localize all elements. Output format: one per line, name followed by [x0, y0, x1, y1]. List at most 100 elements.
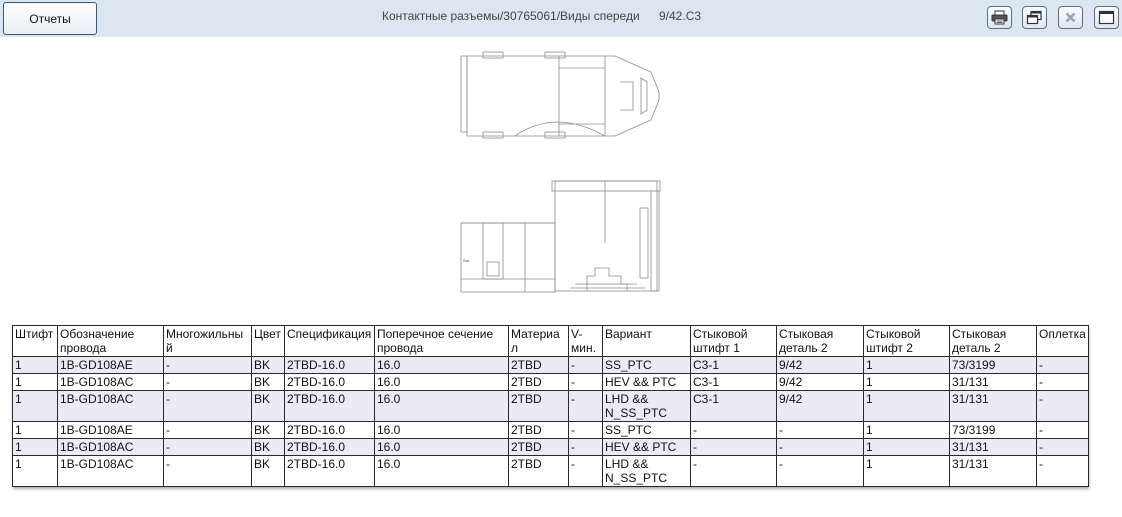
table-cell: 1B-GD108AE	[57, 421, 164, 439]
column-header: Стыковой штифт 2	[863, 325, 950, 357]
table-cell: 2TBD-16.0	[284, 390, 375, 422]
table-cell: 2TBD-16.0	[284, 455, 375, 487]
connector-front-view-drawing: Sur	[455, 48, 670, 298]
table-cell: 1	[863, 438, 950, 456]
table-cell: 9/42	[776, 356, 864, 374]
table-row[interactable]: 1 1B-GD108AC - BK 2TBD-16.0 16.0 2TBD - HEV && P…	[12, 438, 1089, 456]
table-cell: -	[1036, 373, 1089, 391]
column-header: Штифт	[12, 325, 58, 357]
table-row[interactable]: 1 1B-GD108AC - BK 2TBD-16.0 16.0 2TBD - LHD && N…	[12, 455, 1089, 487]
table-cell: -	[163, 438, 252, 456]
table-cell: -	[568, 390, 603, 422]
table-cell: SS_PTC	[602, 421, 691, 439]
table-cell: 1	[863, 390, 950, 422]
breadcrumb-path: Контактные разъемы/30765061/Виды спереди	[382, 9, 640, 23]
table-cell: -	[163, 390, 252, 422]
table-cell: -	[776, 438, 864, 456]
table-row[interactable]: 1 1B-GD108AE - BK 2TBD-16.0 16.0 2TBD - SS_PTC C3…	[12, 356, 1089, 374]
table-cell: 2TBD-16.0	[284, 421, 375, 439]
table-cell: 16.0	[374, 373, 509, 391]
column-header: Многожильный	[163, 325, 252, 357]
table-cell: 73/3199	[949, 356, 1037, 374]
table-cell: 1	[12, 438, 58, 456]
maximize-button[interactable]	[1094, 6, 1119, 29]
table-cell: 1	[12, 356, 58, 374]
table-cell: 1	[863, 373, 950, 391]
close-button[interactable]	[1058, 6, 1083, 29]
table-cell: 1	[12, 373, 58, 391]
table-cell: 1	[12, 455, 58, 487]
top-toolbar: Отчеты Контактные разъемы/30765061/Виды …	[0, 0, 1122, 37]
table-cell: 31/131	[949, 373, 1037, 391]
table-cell: 2TBD	[508, 421, 569, 439]
table-cell: SS_PTC	[602, 356, 691, 374]
table-cell: 2TBD-16.0	[284, 356, 375, 374]
table-cell: BK	[251, 438, 285, 456]
table-cell: 1B-GD108AC	[57, 438, 164, 456]
table-cell: 2TBD-16.0	[284, 438, 375, 456]
table-cell: 73/3199	[949, 421, 1037, 439]
print-button[interactable]	[987, 6, 1012, 29]
table-cell: 16.0	[374, 455, 509, 487]
table-cell: -	[568, 356, 603, 374]
column-header: Оплетка	[1036, 325, 1089, 357]
table-cell: -	[568, 373, 603, 391]
table-cell: 31/131	[949, 455, 1037, 487]
table-cell: -	[163, 356, 252, 374]
table-cell: 2TBD	[508, 390, 569, 422]
connector-side-view	[460, 180, 661, 293]
table-cell: 2TBD	[508, 356, 569, 374]
table-cell: 2TBD	[508, 373, 569, 391]
column-header: Материал	[508, 325, 569, 357]
table-cell: 16.0	[374, 438, 509, 456]
table-cell: 31/131	[949, 438, 1037, 456]
table-cell: BK	[251, 356, 285, 374]
table-cell: 16.0	[374, 390, 509, 422]
table-cell: -	[163, 455, 252, 487]
table-cell: 2TBD	[508, 438, 569, 456]
table-cell: -	[1036, 421, 1089, 439]
close-icon	[1065, 12, 1076, 23]
table-cell: C3-1	[690, 356, 777, 374]
table-cell: -	[1036, 390, 1089, 422]
column-header: Стыковая деталь 2	[949, 325, 1037, 357]
table-cell: 1	[12, 390, 58, 422]
table-cell: BK	[251, 373, 285, 391]
table-cell: 1	[863, 356, 950, 374]
table-cell: 1B-GD108AC	[57, 390, 164, 422]
table-cell: 1	[863, 455, 950, 487]
table-cell: BK	[251, 390, 285, 422]
table-cell: -	[568, 421, 603, 439]
table-cell: C3-1	[690, 373, 777, 391]
table-cell: 9/42	[776, 373, 864, 391]
table-row[interactable]: 1 1B-GD108AE - BK 2TBD-16.0 16.0 2TBD - SS_PTC - -…	[12, 421, 1089, 439]
column-header: V-мин.	[568, 325, 603, 357]
drawing-label: Sur	[463, 258, 470, 263]
table-cell: 1	[863, 421, 950, 439]
table-cell: 1	[12, 421, 58, 439]
column-header: Обозначение провода	[57, 325, 164, 357]
table-cell: -	[568, 438, 603, 456]
restore-window-icon	[1026, 10, 1042, 25]
table-cell: HEV && PTC	[602, 438, 691, 456]
reports-button[interactable]: Отчеты	[3, 2, 97, 35]
table-cell: -	[1036, 356, 1089, 374]
column-header: Стыковая деталь 2	[776, 325, 864, 357]
table-cell: -	[163, 373, 252, 391]
table-cell: -	[1036, 455, 1089, 487]
pin-assignment-table: Штифт Обозначение провода Многожильный Цвет…	[12, 325, 1089, 487]
restore-window-button[interactable]	[1022, 6, 1047, 29]
table-cell: 31/131	[949, 390, 1037, 422]
printer-icon	[991, 10, 1008, 25]
table-row[interactable]: 1 1B-GD108AC - BK 2TBD-16.0 16.0 2TBD - HEV && P…	[12, 373, 1089, 391]
table-cell: -	[776, 455, 864, 487]
table-cell: 16.0	[374, 421, 509, 439]
table-cell: 2TBD	[508, 455, 569, 487]
table-cell: -	[776, 421, 864, 439]
column-header: Спецификация	[284, 325, 375, 357]
table-cell: 16.0	[374, 356, 509, 374]
table-cell: -	[690, 421, 777, 439]
table-row[interactable]: 1 1B-GD108AC - BK 2TBD-16.0 16.0 2TBD - LHD && N…	[12, 390, 1089, 422]
table-cell: BK	[251, 421, 285, 439]
table-cell: HEV && PTC	[602, 373, 691, 391]
